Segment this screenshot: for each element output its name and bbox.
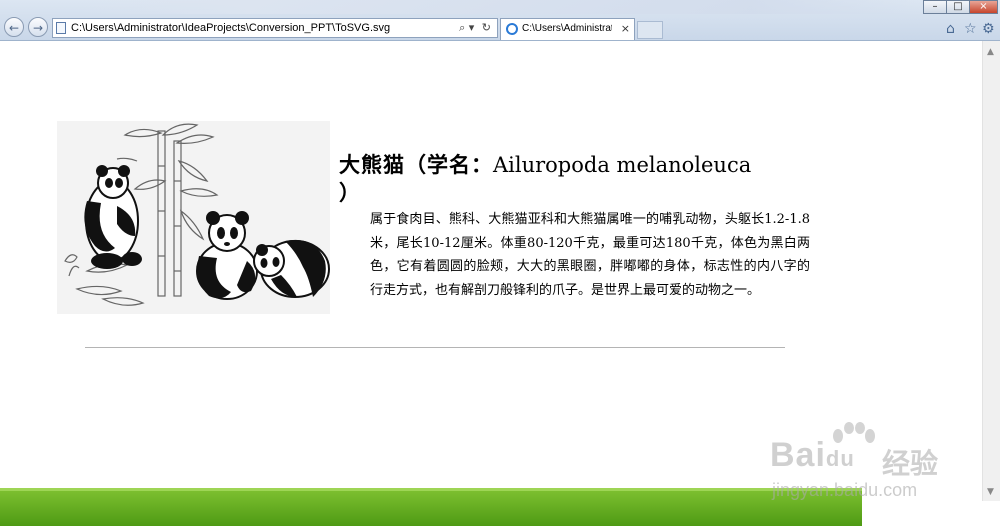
address-actions: ⌕ ▾ ↻ <box>459 21 491 35</box>
heading-chinese: 大熊猫（学名： <box>339 153 493 177</box>
home-icon[interactable]: ⌂ <box>946 21 955 37</box>
panda-heading: 大熊猫（学名：Ailuropoda melanoleuca ） <box>339 151 809 207</box>
refresh-icon[interactable]: ↻ <box>482 21 491 34</box>
watermark-url: jingyan.baidu.com <box>772 480 918 500</box>
watermark-brand-du: du <box>825 446 855 471</box>
page-icon <box>56 22 66 34</box>
close-icon[interactable]: × <box>621 22 630 35</box>
new-tab-button[interactable] <box>637 21 663 39</box>
address-url[interactable]: C:\Users\Administrator\IdeaProjects\Conv… <box>71 22 390 34</box>
minimize-button[interactable]: – <box>923 0 947 14</box>
ie-icon <box>506 23 518 35</box>
search-icon[interactable]: ⌕ ▾ <box>459 21 474 34</box>
footer-green-bar <box>0 488 862 526</box>
baidu-watermark: Baidu 经验 jingyan.baidu.com <box>770 422 970 518</box>
star-icon[interactable]: ☆ <box>964 21 977 37</box>
forward-icon: → <box>32 21 44 35</box>
heading-close-paren: ） <box>339 181 361 205</box>
close-window-button[interactable]: × <box>969 0 998 14</box>
heading-latin-name: Ailuropoda melanoleuca <box>493 153 752 177</box>
watermark-brand-bai: Bai <box>770 436 826 474</box>
forward-button[interactable]: → <box>28 17 48 37</box>
address-bar[interactable]: C:\Users\Administrator\IdeaProjects\Conv… <box>52 18 498 38</box>
panda-illustration <box>57 121 330 314</box>
tab-active[interactable]: C:\Users\Administrator\I... × <box>500 18 635 40</box>
back-button[interactable]: ← <box>4 17 24 37</box>
maximize-button[interactable]: □ <box>946 0 970 14</box>
browser-toolbar: ← → C:\Users\Administrator\IdeaProjects\… <box>0 0 1000 41</box>
watermark-jingyan: 经验 <box>882 447 939 480</box>
scroll-down-arrow-icon[interactable]: ▼ <box>987 487 994 497</box>
tab-label: C:\Users\Administrator\I... <box>522 23 612 34</box>
scroll-up-arrow-icon[interactable]: ▲ <box>987 47 994 57</box>
back-icon: ← <box>8 21 20 35</box>
gear-icon[interactable]: ⚙ <box>982 21 995 37</box>
panda-description: 属于食肉目、熊科、大熊猫亚科和大熊猫属唯一的哺乳动物，头躯长1.2-1.8米，尾… <box>370 212 810 298</box>
vertical-scrollbar[interactable]: ▲ ▼ <box>982 41 1000 501</box>
horizontal-divider <box>85 347 785 348</box>
panda-bamboo-drawing <box>64 123 330 306</box>
title-bar <box>80 0 920 14</box>
watermark-brand: Baidu <box>770 436 855 475</box>
